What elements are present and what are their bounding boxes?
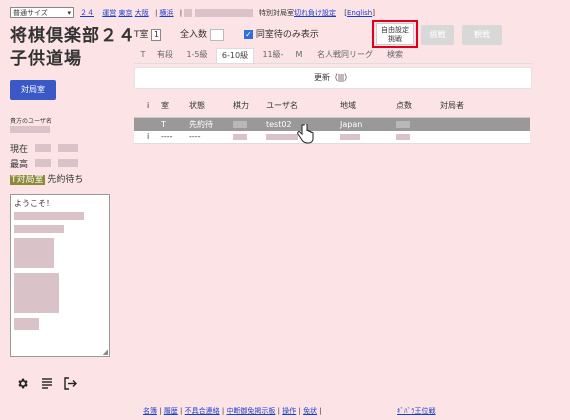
t-room: T室 1 xyxy=(134,27,162,41)
footer-board[interactable]: 中断御免掲示板 xyxy=(226,407,275,415)
your-user-value xyxy=(10,126,50,135)
col-opponent: 対局者 xyxy=(440,101,464,110)
link-tokyo[interactable]: 東京 xyxy=(118,9,132,17)
row-room: T xyxy=(161,120,166,129)
footer-giba-link[interactable]: ｷﾞﾊﾞﾗ王位戦 xyxy=(397,406,436,416)
best-rating: 最高 xyxy=(10,157,78,170)
tab-search[interactable]: 検索 xyxy=(384,48,406,62)
refresh-suffix: ） xyxy=(344,73,352,82)
row-room: ---- xyxy=(161,132,173,141)
current-rating: 現在 xyxy=(10,142,78,155)
tab-yudan[interactable]: 有段 xyxy=(154,48,176,62)
refresh-button[interactable]: 更新（ ） xyxy=(134,67,532,89)
col-i: i xyxy=(147,101,150,110)
col-points: 点数 xyxy=(396,101,412,110)
size-select[interactable]: 普通サイズ ▾ xyxy=(10,7,74,18)
row-status: 先約待 xyxy=(189,120,213,129)
tab-6-10kyu[interactable]: 6-10級 xyxy=(216,48,254,63)
all-count-value xyxy=(209,28,224,41)
col-strength: 棋力 xyxy=(233,101,249,110)
room-status-text: 先約待ち xyxy=(47,175,84,185)
tab-1-5kyu[interactable]: 1-5級 xyxy=(182,48,212,62)
best-label: 最高 xyxy=(10,160,29,170)
refresh-label: 更新（ xyxy=(314,73,338,82)
current-label: 現在 xyxy=(10,145,29,155)
chat-welcome: ようこそ！ xyxy=(14,199,54,208)
table-header: i 室 状態 棋力 ユーザ名 地域 点数 対局者 xyxy=(134,95,530,117)
t-room-label: T室 xyxy=(134,30,149,40)
chat-redacted xyxy=(14,212,106,332)
col-room: 室 xyxy=(161,101,169,110)
site-title-line2: 子供道場 xyxy=(10,49,82,69)
free-setting-button[interactable]: 自由設定 挑戦 xyxy=(376,23,414,45)
row-status: ---- xyxy=(189,132,201,141)
chat-box[interactable]: ようこそ！ ◢ xyxy=(10,194,110,357)
waiting-only-label: 同室待のみ表示 xyxy=(255,30,319,40)
free-setting-line2: 挑戦 xyxy=(388,35,402,43)
row-points xyxy=(396,121,410,128)
top-links: ２４ 運営 東京 大阪 | 横浜 | xyxy=(80,8,253,18)
row-strength xyxy=(233,121,247,128)
tab-bar: T 有段 1-5級 6-10級 11級- M 名人戦同リーグ 検索 xyxy=(134,48,532,64)
spectate-button[interactable]: 観戦 xyxy=(462,25,502,45)
list-icon[interactable] xyxy=(41,377,53,392)
hand-cursor-icon xyxy=(296,123,314,146)
challenge-button[interactable]: 挑戦 xyxy=(421,25,454,45)
row-strength xyxy=(233,134,247,140)
tab-11kyu[interactable]: 11級- xyxy=(258,48,288,62)
redacted-text xyxy=(194,9,253,17)
footer-bug-report[interactable]: 不具合連絡 xyxy=(185,407,220,415)
row-region xyxy=(340,134,360,140)
footer-links: 名簿 | 履歴 | 不具合連絡 | 中断御免掲示板 | 操作 | 免状 | xyxy=(143,407,322,415)
english-link[interactable]: English xyxy=(347,9,372,17)
waiting-only-toggle[interactable]: ✓ 同室待のみ表示 xyxy=(244,27,319,40)
tab-t[interactable]: T xyxy=(136,48,150,62)
all-count-label: 全入数 xyxy=(180,30,208,40)
link-yokohama[interactable]: 横浜 xyxy=(160,9,174,17)
footer-license[interactable]: 免状 xyxy=(303,407,317,415)
row-info[interactable]: i xyxy=(147,131,149,143)
link-osaka[interactable]: 大阪 xyxy=(135,9,149,17)
free-setting-line1: 自由設定 xyxy=(381,26,409,34)
game-table: i 室 状態 棋力 ユーザ名 地域 点数 対局者 T 先約待 test02 Ja… xyxy=(134,95,530,144)
logout-icon[interactable] xyxy=(64,377,77,392)
site-title-line1: 将棋倶楽部２４ xyxy=(10,26,136,46)
footer-roster[interactable]: 名簿 xyxy=(143,407,157,415)
row-username xyxy=(266,134,298,140)
special-room-label: 特別対局室 xyxy=(259,9,294,17)
checkbox-checked-icon[interactable]: ✓ xyxy=(244,30,253,39)
col-status: 状態 xyxy=(189,101,205,110)
table-row[interactable]: T 先約待 test02 Japan xyxy=(134,117,530,131)
link-24[interactable]: ２４ xyxy=(80,9,94,17)
table-row[interactable]: i ---- ---- xyxy=(134,131,530,144)
col-region: 地域 xyxy=(340,101,356,110)
col-username: ユーザ名 xyxy=(266,101,298,110)
resize-handle-icon[interactable]: ◢ xyxy=(103,348,108,356)
link-unei[interactable]: 運営 xyxy=(102,9,116,17)
t-room-input[interactable]: 1 xyxy=(151,29,162,41)
row-username[interactable]: test02 xyxy=(266,118,292,131)
tab-m[interactable]: M xyxy=(292,48,306,62)
row-region: Japan xyxy=(340,120,363,129)
footer-operation[interactable]: 操作 xyxy=(282,407,296,415)
your-user-label: 貴方のユーザ名 xyxy=(10,118,52,125)
room-status: T対局室 先約待ち xyxy=(10,172,83,185)
tab-meijin-league[interactable]: 名人戦同リーグ xyxy=(310,48,380,62)
all-count: 全入数 xyxy=(180,27,224,41)
room-badge: T対局室 xyxy=(10,175,45,185)
kiremake-link[interactable]: 切れ負け設定 xyxy=(294,9,336,17)
chevron-down-icon: ▾ xyxy=(67,9,71,17)
row-points xyxy=(396,134,410,140)
size-select-value: 普通サイズ xyxy=(13,9,48,17)
gear-icon[interactable] xyxy=(16,377,29,392)
special-room: 特別対局室切れ負け設定 [English] xyxy=(259,9,375,17)
footer-history[interactable]: 履歴 xyxy=(164,407,178,415)
redacted-name xyxy=(184,9,193,17)
play-room-button[interactable]: 対局室 xyxy=(10,80,56,100)
